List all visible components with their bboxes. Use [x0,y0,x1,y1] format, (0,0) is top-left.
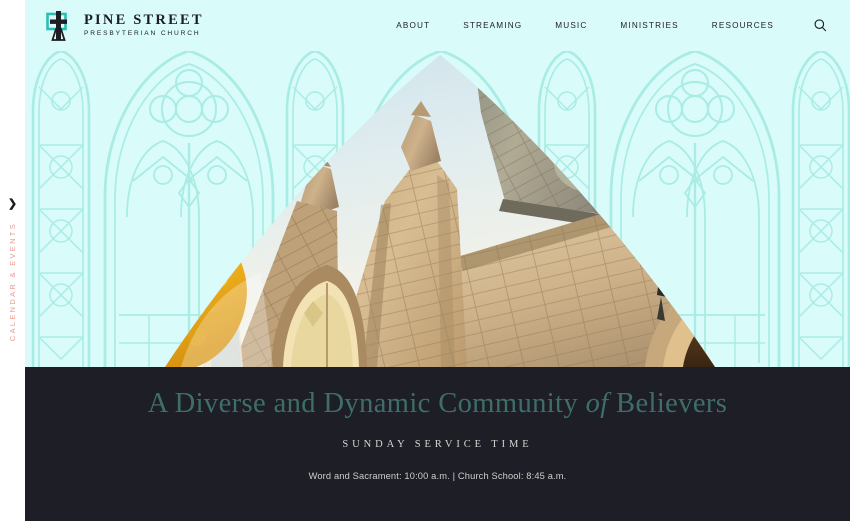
page-root: PINE STREET PRESBYTERIAN CHURCH ABOUT ST… [0,0,850,521]
nav-item-resources[interactable]: RESOURCES [712,21,774,30]
site-header: PINE STREET PRESBYTERIAN CHURCH ABOUT ST… [25,0,850,51]
page-headline: A Diverse and Dynamic Community of Belie… [148,388,728,419]
service-time-label: SUNDAY SERVICE TIME [342,439,532,450]
service-time-detail: Word and Sacrament: 10:00 a.m. | Church … [309,471,567,481]
headline-emphasis: of [586,388,609,419]
main-navigation: ABOUT STREAMING MUSIC MINISTRIES RESOURC… [396,16,830,36]
brand-subtitle: PRESBYTERIAN CHURCH [84,31,204,38]
calendar-events-tab[interactable]: ❯ CALENDAR & EVENTS [0,195,25,360]
church-illustration [85,51,795,367]
nav-item-streaming[interactable]: STREAMING [463,21,522,30]
brand-name: PINE STREET [84,13,204,28]
chevron-right-icon: ❯ [8,199,17,210]
headline-part-1: A Diverse and Dynamic Community [148,388,586,419]
brand-wordmark: PINE STREET PRESBYTERIAN CHURCH [84,13,204,38]
search-icon[interactable] [810,16,830,36]
hero-church-photo [85,51,795,367]
headline-part-2: Believers [609,388,728,419]
nav-item-about[interactable]: ABOUT [396,21,430,30]
nav-item-music[interactable]: MUSIC [555,21,587,30]
nav-item-ministries[interactable]: MINISTRIES [620,21,678,30]
hero-banner: A Diverse and Dynamic Community of Belie… [25,367,850,521]
calendar-events-label: CALENDAR & EVENTS [8,222,17,341]
brand-logo[interactable]: PINE STREET PRESBYTERIAN CHURCH [45,10,204,42]
cross-in-square-icon [45,10,75,42]
hero-image-container [25,51,850,367]
